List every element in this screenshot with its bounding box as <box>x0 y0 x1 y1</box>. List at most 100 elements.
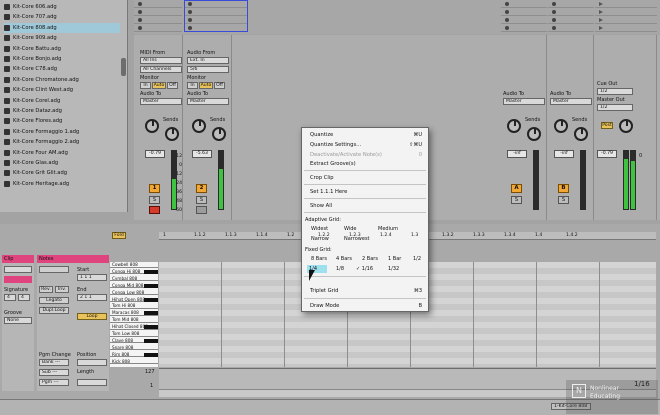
browser-item[interactable]: Kit-Core Bonjo.adg <box>4 54 120 64</box>
menu-item-show-all[interactable]: Show All <box>302 201 428 211</box>
browser-item[interactable]: Kit-Core Battu.adg <box>4 44 120 54</box>
piano-key-column[interactable]: Cowbell 808 Conga Hi 808 Cymbal 808 Conga M… <box>110 262 158 367</box>
send-b-knob[interactable] <box>574 127 588 141</box>
browser-item[interactable]: Kit-Core Grit Glit.adg <box>4 168 120 178</box>
browser-item[interactable]: Kit-Core 808.adg <box>4 22 120 33</box>
master-volume-field[interactable]: -0.79 <box>597 150 617 158</box>
solo-button[interactable]: S <box>149 196 160 204</box>
grid-4-bars[interactable]: 4 Bars <box>336 255 352 263</box>
length-field[interactable] <box>77 379 107 386</box>
midi-channel-dropdown[interactable]: All Channels <box>140 66 182 73</box>
grid-1-16[interactable]: ✓ 1/16 <box>356 265 373 273</box>
track-volume-field[interactable]: -0.79 <box>145 150 165 158</box>
drum-pad-key[interactable]: Cymbal 808 <box>110 276 158 282</box>
monitor-auto-button[interactable]: Auto <box>199 82 213 89</box>
monitor-off-button[interactable]: Off <box>167 82 178 89</box>
clip-stop-icon[interactable] <box>138 26 142 30</box>
browser-item[interactable]: Kit-Core Corel.adg <box>4 96 120 106</box>
monitor-off-button[interactable]: Off <box>214 82 225 89</box>
grid-1-bar[interactable]: 1 Bar <box>388 255 401 263</box>
return-volume-field[interactable]: -inf <box>507 150 527 158</box>
clip-stop-icon[interactable] <box>552 18 556 22</box>
grid-1-32[interactable]: 1/32 <box>388 265 399 273</box>
return-activator-button[interactable]: B <box>558 184 569 193</box>
duplicate-loop-button[interactable]: Dupl.Loop <box>39 307 69 314</box>
send-b-knob[interactable] <box>165 127 179 141</box>
clip-tab-header[interactable]: Clip <box>2 255 34 263</box>
notes-tab-header[interactable]: Notes <box>37 255 109 263</box>
solo-button[interactable]: S <box>196 196 207 204</box>
grid-8-bars[interactable]: 8 Bars <box>311 255 327 263</box>
send-a-knob[interactable] <box>145 119 159 133</box>
clip-stop-icon[interactable] <box>138 10 142 14</box>
track-volume-field[interactable]: -5.63 <box>192 150 212 158</box>
browser-item[interactable]: Kit-Core 606.adg <box>4 2 120 12</box>
drum-pad-key[interactable]: Tom Mid 808 <box>110 317 158 323</box>
menu-item-set-here[interactable]: Set 1.1.1 Here <box>302 187 428 197</box>
audio-from-channel-dropdown[interactable]: 5/6 <box>187 66 229 73</box>
clip-slot[interactable] <box>595 8 657 16</box>
browser-item[interactable]: Kit-Core Chromatone.adg <box>4 75 120 85</box>
post-button[interactable]: Post <box>601 122 613 129</box>
scene-launch-icon[interactable] <box>599 17 603 22</box>
grid-1-8[interactable]: 1/8 <box>336 265 344 273</box>
clip-slot[interactable] <box>595 0 657 8</box>
browser-item[interactable]: Kit-Core 909.adg <box>4 33 120 43</box>
send-b-knob[interactable] <box>527 127 541 141</box>
arm-button[interactable] <box>196 206 207 214</box>
browser-item[interactable]: Kit-Core Formaggio 2.adg <box>4 137 120 147</box>
browser-item[interactable]: Kit-Core Dataz.adg <box>4 106 120 116</box>
end-field[interactable]: 2 1 1 <box>77 294 107 301</box>
bank-field[interactable]: Bank --- <box>39 359 69 366</box>
monitor-in-button[interactable]: In <box>140 82 151 89</box>
clip-stop-icon[interactable] <box>552 10 556 14</box>
clip-name-field[interactable] <box>4 266 32 273</box>
master-out-dropdown[interactable]: 1/2 <box>597 104 633 111</box>
audio-to-dropdown[interactable]: Master <box>140 98 182 105</box>
loop-button[interactable]: Loop <box>77 313 107 320</box>
browser-item[interactable]: Kit-Core 707.adg <box>4 12 120 22</box>
browser-item[interactable]: Kit-Core Formaggio 1.adg <box>4 127 120 137</box>
grid-1-2[interactable]: 1/2 <box>413 255 421 263</box>
grid-wide[interactable]: Wide <box>344 225 356 233</box>
audio-from-dropdown[interactable]: Ext. In <box>187 57 229 64</box>
menu-item-draw-mode[interactable]: Draw Mode B <box>302 301 428 311</box>
black-key[interactable] <box>144 338 158 343</box>
monitor-in-button[interactable]: In <box>187 82 198 89</box>
start-field[interactable]: 1 1 1 <box>77 274 107 281</box>
track-activator-button[interactable]: 1 <box>149 184 160 193</box>
browser-scrollbar[interactable] <box>121 58 126 76</box>
audio-to-dropdown[interactable]: Master <box>187 98 229 105</box>
position-field[interactable] <box>77 359 107 366</box>
return-volume-field[interactable]: -inf <box>554 150 574 158</box>
drum-pad-key[interactable]: Cowbell 808 <box>110 262 158 268</box>
browser-item[interactable]: Kit-Core Glas.adg <box>4 158 120 168</box>
menu-item-triplet-grid[interactable]: Triplet Grid ⌘3 <box>302 286 428 296</box>
black-key[interactable] <box>144 311 158 316</box>
audio-to-dropdown[interactable]: Master <box>550 98 592 105</box>
groove-dropdown[interactable]: None <box>4 317 32 324</box>
menu-item-quantize-settings[interactable]: Quantize Settings... ⇧⌘U <box>302 140 428 150</box>
clip-slot[interactable] <box>595 24 657 32</box>
pgm-field[interactable]: Pgm --- <box>39 379 69 386</box>
clip-stop-icon[interactable] <box>552 2 556 6</box>
browser-item[interactable]: Kit-Core Clint West.adg <box>4 85 120 95</box>
black-key[interactable] <box>144 325 158 330</box>
browser-item[interactable]: Kit-Core C78.adg <box>4 64 120 74</box>
audio-to-dropdown[interactable]: Master <box>503 98 545 105</box>
grid-2-bars[interactable]: 2 Bars <box>362 255 378 263</box>
menu-item-extract-groove[interactable]: Extract Groove(s) <box>302 159 428 169</box>
clip-stop-icon[interactable] <box>552 26 556 30</box>
browser-item[interactable]: Kit-Core Flores.adg <box>4 116 120 126</box>
arm-button[interactable] <box>149 206 160 214</box>
fold-button[interactable]: Fold <box>112 232 126 239</box>
return-activator-button[interactable]: A <box>511 184 522 193</box>
cue-volume-knob[interactable] <box>619 119 633 133</box>
send-a-knob[interactable] <box>554 119 568 133</box>
track-activator-button[interactable]: 2 <box>196 184 207 193</box>
sub-field[interactable]: Sub --- <box>39 369 69 376</box>
browser-item[interactable]: Kit-Core Heritage.adg <box>4 179 120 189</box>
drum-pad-key[interactable]: Snare 808 <box>110 345 158 351</box>
notes-range-display[interactable] <box>39 266 69 273</box>
scene-launch-icon[interactable] <box>599 1 603 6</box>
